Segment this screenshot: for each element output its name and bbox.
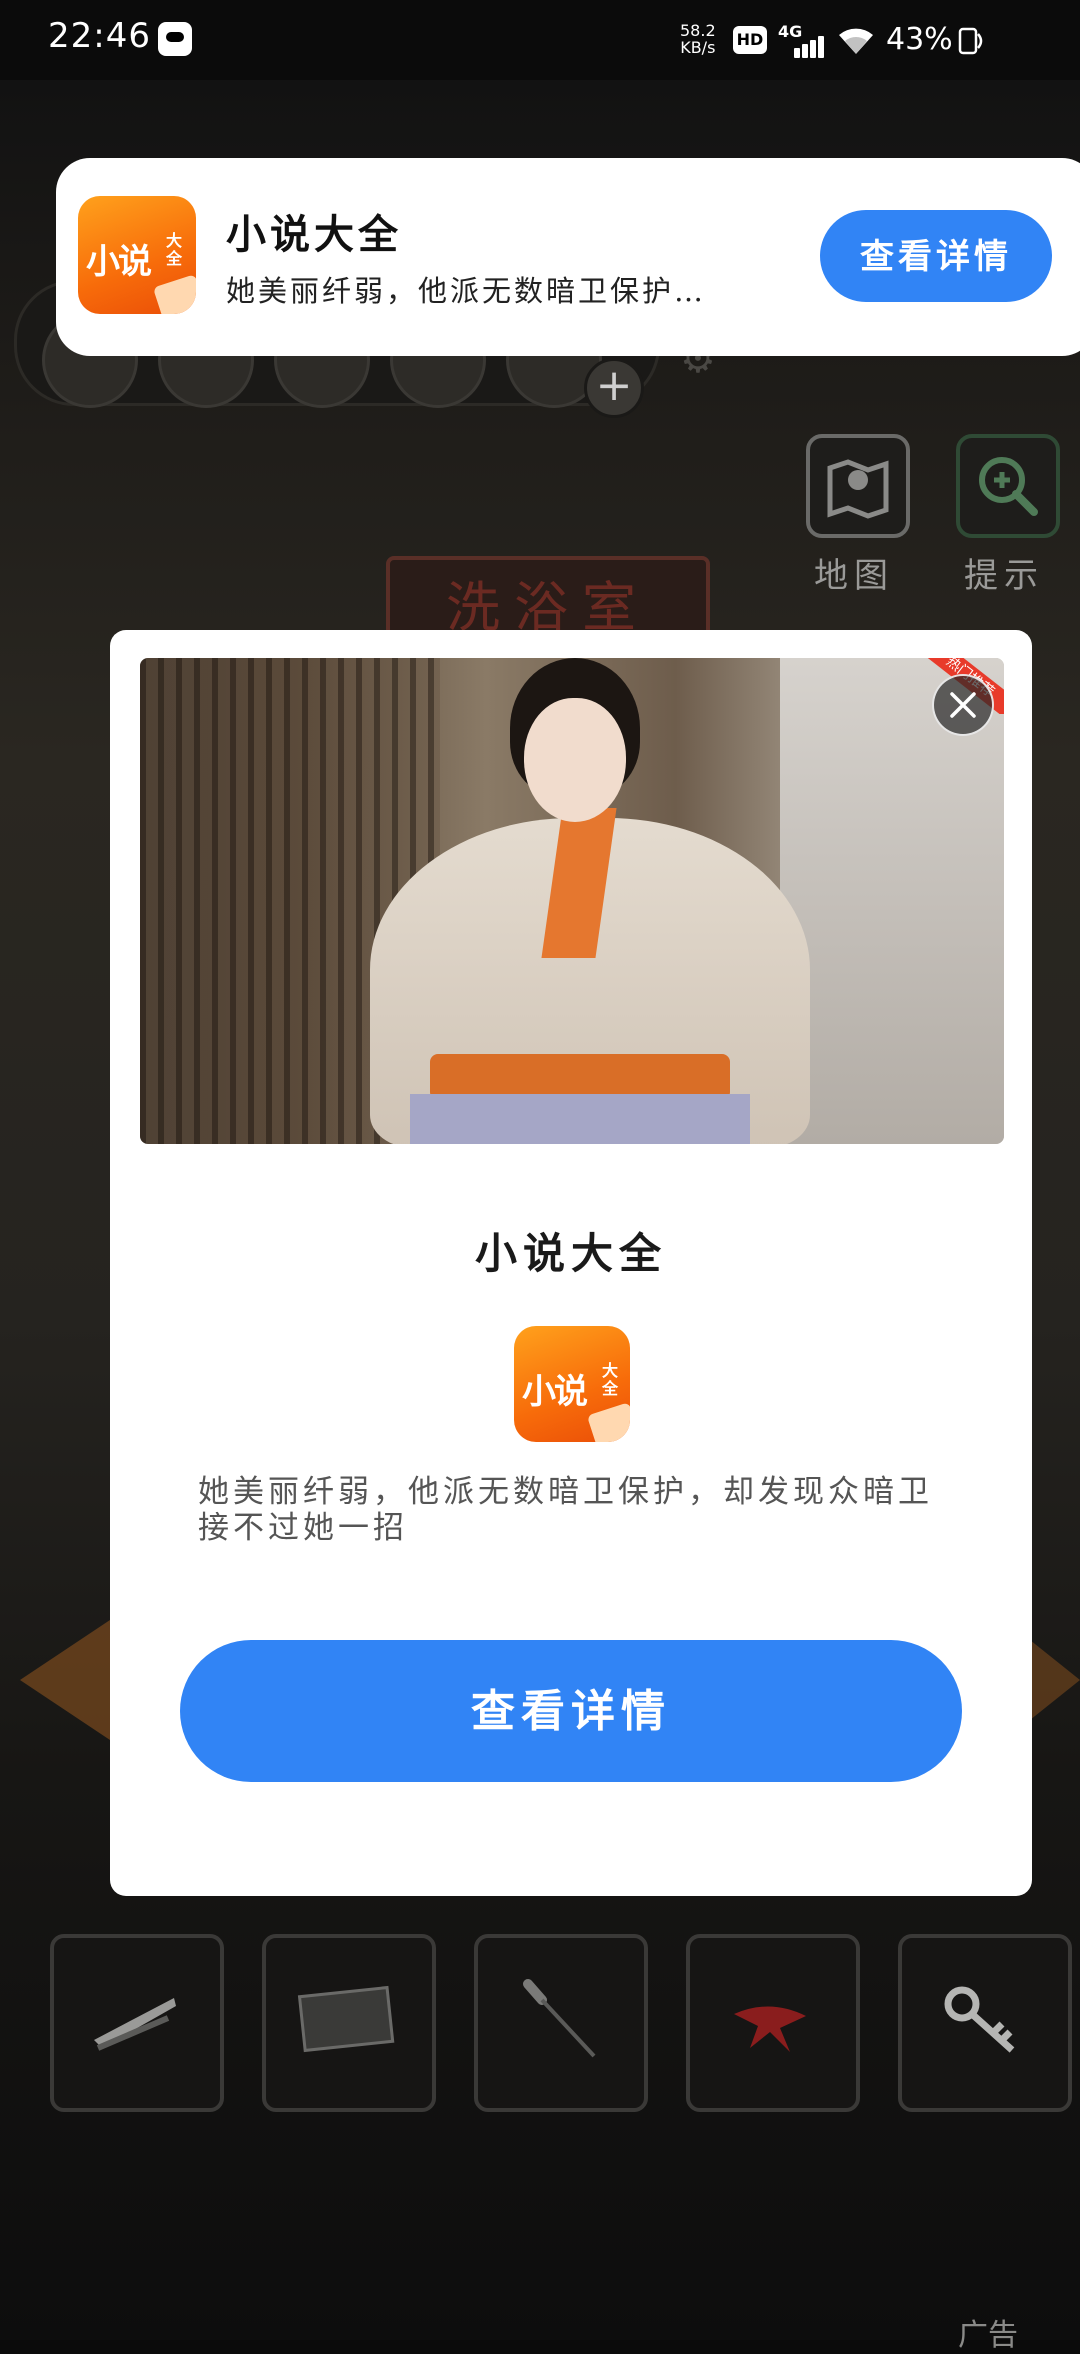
novel-app-icon: 小说 大全 xyxy=(78,196,196,314)
previous-room-arrow[interactable] xyxy=(20,1620,110,1740)
red-scarf-icon xyxy=(734,2006,806,2052)
status-time: 22:46 xyxy=(48,16,151,56)
ad-image[interactable] xyxy=(140,658,1004,1144)
app-icon-small-text: 大全 xyxy=(602,1361,619,1398)
app-icon-text: 小说 xyxy=(522,1372,588,1412)
signal-icon: 4G xyxy=(778,22,824,58)
battery-level: 43% xyxy=(886,22,953,57)
app-icon-small-text: 大全 xyxy=(166,231,183,268)
inventory-slot[interactable] xyxy=(474,1934,648,2112)
ad-label: 广告 xyxy=(958,2318,1018,2353)
hint-search-icon xyxy=(979,457,1038,516)
next-room-arrow[interactable] xyxy=(1030,1640,1080,1720)
inventory-slot[interactable] xyxy=(262,1934,436,2112)
notification-banner[interactable]: 小说 大全 小说大全 她美丽纤弱，他派无数暗卫保护… 查看详情 xyxy=(56,158,1080,356)
map-button[interactable] xyxy=(806,434,910,538)
hint-label: 提示 xyxy=(964,556,1044,596)
close-icon xyxy=(950,692,976,718)
hd-icon: HD xyxy=(733,26,767,54)
map-icon xyxy=(827,459,889,519)
message-icon xyxy=(158,22,192,56)
hint-button[interactable] xyxy=(956,434,1060,538)
app-icon-text: 小说 xyxy=(86,242,152,282)
inventory-slot[interactable] xyxy=(898,1934,1072,2112)
notification-description: 她美丽纤弱，他派无数暗卫保护… xyxy=(226,274,707,308)
nail-clipper-icon xyxy=(94,1998,176,2051)
ad-popup: 热门推荐 小说大全 小说 大全 她美丽纤弱，他派无数暗卫保护，却发现众暗卫接不过… xyxy=(110,630,1032,1896)
notification-title: 小说大全 xyxy=(226,211,402,258)
network-type: 4G xyxy=(778,22,803,41)
inventory-slot[interactable] xyxy=(686,1934,860,2112)
key-icon xyxy=(944,1986,1015,2053)
inventory-slot[interactable] xyxy=(50,1934,224,2112)
photo-item-icon xyxy=(297,1985,395,2053)
view-details-button[interactable]: 查看详情 xyxy=(820,210,1052,302)
network-speed-unit: KB/s xyxy=(680,38,716,57)
status-bar: 22:46 58.2 KB/s HD 4G 43% xyxy=(0,0,1080,80)
novel-app-icon: 小说 大全 xyxy=(514,1326,630,1442)
battery-icon xyxy=(958,27,983,55)
close-button[interactable] xyxy=(932,674,994,736)
view-details-button[interactable]: 查看详情 xyxy=(180,1640,962,1782)
wifi-icon xyxy=(839,28,873,54)
screwdriver-icon xyxy=(523,1979,596,2058)
network-speed: 58.2 KB/s xyxy=(680,22,716,56)
popup-description: 她美丽纤弱，他派无数暗卫保护，却发现众暗卫接不过她一招 xyxy=(198,1474,933,1546)
network-speed-value: 58.2 xyxy=(680,21,716,40)
popup-title: 小说大全 xyxy=(474,1229,667,1278)
add-life-button[interactable]: + xyxy=(584,358,644,418)
map-label: 地图 xyxy=(814,556,894,596)
